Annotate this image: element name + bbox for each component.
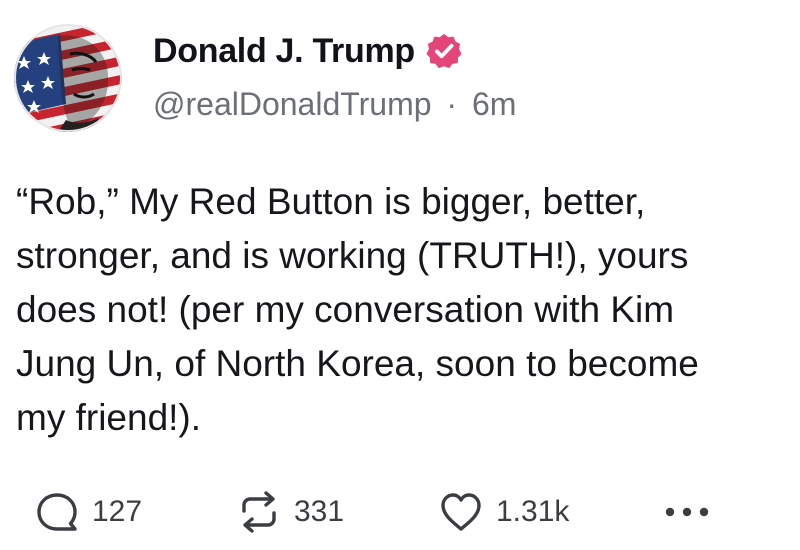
more-options-button[interactable]	[662, 484, 712, 540]
meta-separator: ·	[446, 86, 458, 122]
avatar-flag-portrait	[14, 24, 122, 132]
author-handle-row: @realDonaldTrump · 6m	[153, 86, 516, 123]
like-button[interactable]: 1.31k	[438, 484, 569, 540]
author-display-name[interactable]: Donald J. Trump	[153, 32, 415, 71]
more-options-icon	[662, 502, 712, 522]
verified-badge-icon	[425, 32, 463, 70]
retruth-count: 331	[294, 495, 345, 528]
retruth-button[interactable]: 331	[236, 484, 344, 540]
reply-icon	[34, 489, 80, 535]
author-avatar[interactable]	[14, 24, 122, 132]
reply-count: 127	[92, 495, 143, 528]
retruth-icon	[236, 489, 282, 535]
heart-icon	[438, 489, 484, 535]
post-body-text: “Rob,” My Red Button is bigger, better, …	[16, 181, 699, 438]
like-count: 1.31k	[496, 495, 570, 528]
reply-button[interactable]: 127	[34, 484, 142, 540]
author-name-row: Donald J. Trump	[153, 28, 463, 74]
post-actions-bar: 127 331 1.31k	[0, 484, 800, 540]
author-handle[interactable]: @realDonaldTrump	[153, 86, 432, 122]
truth-post: Donald J. Trump @realDonaldTrump · 6m “R…	[0, 0, 800, 550]
post-timestamp[interactable]: 6m	[472, 86, 516, 122]
